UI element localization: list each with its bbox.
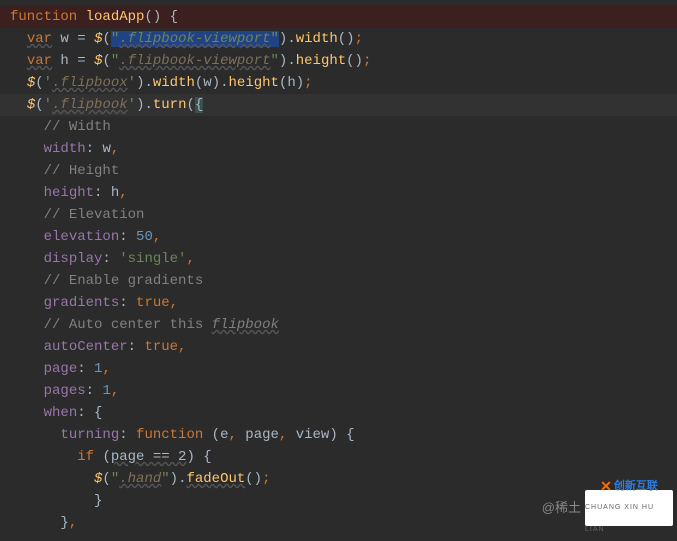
code-line-14: gradients: true, <box>10 292 667 314</box>
logo-x-icon: ✕ <box>600 475 612 497</box>
code-line-5: $('.flipbook').turn({ <box>0 94 677 116</box>
code-line-11: elevation: 50, <box>10 226 667 248</box>
code-line-2: var w = $(".flipbook-viewport").width(); <box>10 28 667 50</box>
code-line-13: // Enable gradients <box>10 270 667 292</box>
code-line-16: autoCenter: true, <box>10 336 667 358</box>
code-line-6: // Width <box>10 116 667 138</box>
code-line-10: // Elevation <box>10 204 667 226</box>
watermark: @稀土 ✕ 创新互联 CHUANG XIN HU LIAN <box>542 490 673 526</box>
code-line-17: page: 1, <box>10 358 667 380</box>
code-line-12: display: 'single', <box>10 248 667 270</box>
code-line-1: function loadApp() { <box>0 6 677 28</box>
code-line-4: $('.flipboox').width(w).height(h); <box>10 72 667 94</box>
code-line-7: width: w, <box>10 138 667 160</box>
code-line-9: height: h, <box>10 182 667 204</box>
watermark-text: @稀土 <box>542 497 581 519</box>
code-line-3: var h = $(".flipbook-viewport").height()… <box>10 50 667 72</box>
watermark-logo: ✕ 创新互联 CHUANG XIN HU LIAN <box>585 490 673 526</box>
code-line-22: $(".hand").fadeOut(); <box>10 468 667 490</box>
code-line-8: // Height <box>10 160 667 182</box>
code-line-18: pages: 1, <box>10 380 667 402</box>
code-line-19: when: { <box>10 402 667 424</box>
code-line-15: // Auto center this flipbook <box>10 314 667 336</box>
code-line-20: turning: function (e, page, view) { <box>10 424 667 446</box>
code-line-21: if (page == 2) { <box>10 446 667 468</box>
code-editor[interactable]: function loadApp() { var w = $(".flipboo… <box>0 0 677 540</box>
